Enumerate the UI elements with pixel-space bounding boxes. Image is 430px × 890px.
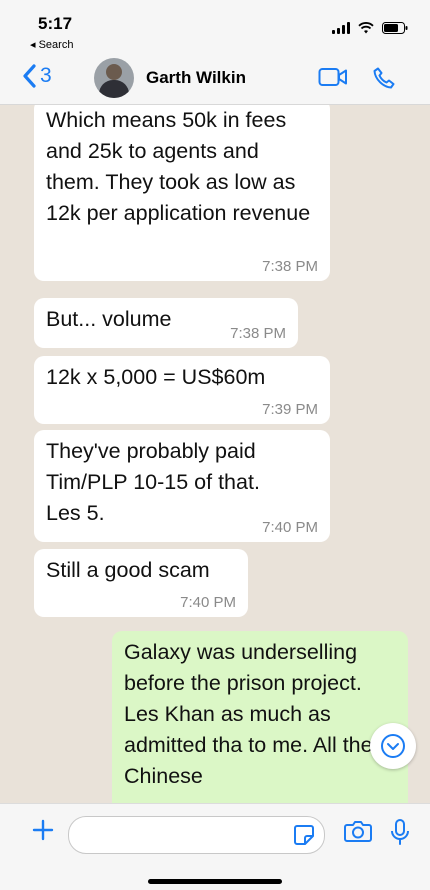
message-text: Which means 50k in fees and 25k to agent… <box>46 108 311 225</box>
chat-header: 3 Garth Wilkin <box>0 52 430 105</box>
scroll-to-bottom-button[interactable] <box>370 723 416 769</box>
back-to-app-link[interactable]: ◂ Search <box>30 38 73 51</box>
message-bubble-incoming[interactable]: But... volume 7:38 PM <box>34 298 298 348</box>
message-list[interactable]: Which means 50k in fees and 25k to agent… <box>0 105 430 803</box>
video-camera-icon[interactable] <box>318 66 348 88</box>
signal-icon <box>332 22 350 34</box>
phone-screen: 5:17 ◂ Search 3 Garth Wilkin Which means… <box>0 0 430 890</box>
message-time: 7:40 PM <box>262 519 318 536</box>
message-text: 12k x 5,000 = US$60m <box>46 365 266 389</box>
message-bubble-outgoing[interactable]: Galaxy was underselling before the priso… <box>112 631 408 803</box>
home-indicator <box>148 879 282 884</box>
battery-icon <box>382 22 408 34</box>
chevron-left-icon <box>23 64 36 88</box>
message-time: 7:38 PM <box>230 325 286 342</box>
message-time: 7:40 PM <box>180 594 236 611</box>
sticker-icon[interactable] <box>292 823 316 847</box>
unread-count: 3 <box>40 64 52 87</box>
message-bubble-incoming[interactable]: 12k x 5,000 = US$60m 7:39 PM <box>34 356 330 424</box>
microphone-icon[interactable] <box>390 818 410 846</box>
back-button[interactable]: 3 <box>22 64 52 88</box>
message-text: They've probably paid Tim/PLP 10-15 of t… <box>46 439 260 525</box>
message-bubble-incoming[interactable]: Which means 50k in fees and 25k to agent… <box>34 105 330 281</box>
status-bar: 5:17 ◂ Search <box>0 0 430 52</box>
contact-name[interactable]: Garth Wilkin <box>146 68 246 88</box>
chevron-down-circle-icon <box>381 734 405 758</box>
message-time: 7:39 PM <box>262 401 318 418</box>
message-bubble-incoming[interactable]: They've probably paid Tim/PLP 10-15 of t… <box>34 430 330 542</box>
attach-button[interactable] <box>32 814 54 846</box>
message-bubble-incoming[interactable]: Still a good scam 7:40 PM <box>34 549 248 617</box>
composer-bar <box>0 803 430 890</box>
plus-icon <box>32 819 54 841</box>
message-time: 7:38 PM <box>262 258 318 275</box>
wifi-icon <box>358 22 374 34</box>
phone-icon[interactable] <box>372 66 396 90</box>
message-text: Galaxy was underselling before the priso… <box>124 640 373 788</box>
status-icons <box>332 22 408 34</box>
message-input[interactable] <box>68 816 325 854</box>
camera-icon[interactable] <box>344 820 372 842</box>
status-time: 5:17 <box>38 14 73 33</box>
message-text: Still a good scam <box>46 558 210 582</box>
contact-avatar[interactable] <box>94 58 134 98</box>
